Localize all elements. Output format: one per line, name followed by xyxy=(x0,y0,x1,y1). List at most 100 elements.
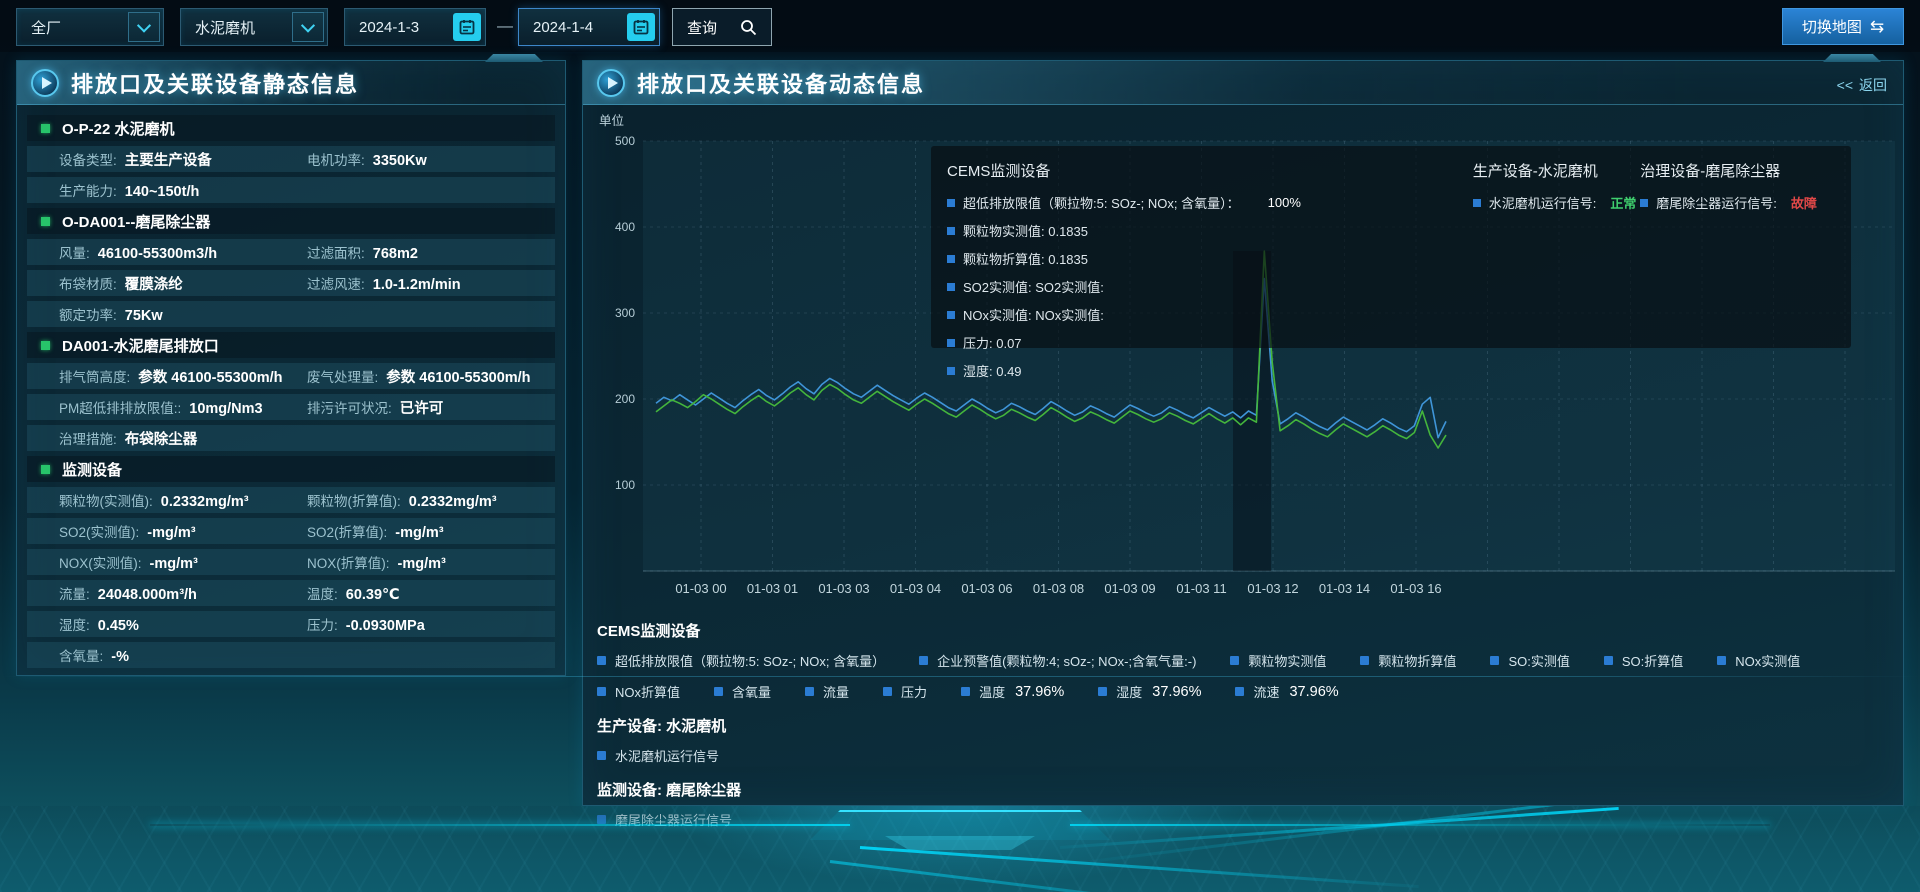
field-value: -mg/m³ xyxy=(395,525,443,541)
query-label: 查询 xyxy=(687,17,717,38)
field-value: -mg/m³ xyxy=(150,556,198,572)
legend-item[interactable]: 水泥磨机运行信号 xyxy=(597,746,719,765)
legend-marker-icon xyxy=(1490,656,1499,665)
section-title: 监测设备 xyxy=(27,456,555,482)
tooltip-item-text: SO2实测值: SO2实测值: xyxy=(963,277,1104,296)
calendar-icon[interactable] xyxy=(453,13,481,41)
legend-marker-icon xyxy=(597,656,606,665)
static-info-sections: O-P-22 水泥磨机设备类型:主要生产设备电机功率:3350Kw生产能力:14… xyxy=(17,105,565,668)
back-label: 返回 xyxy=(1859,75,1887,95)
legend-item[interactable]: NOx折算值 xyxy=(597,682,680,701)
legend-item[interactable]: 企业预警值(颗粒物:4; sOz-; NOx-;含氧气量:-) xyxy=(919,651,1196,670)
legend-item[interactable]: 超低排放限值（颗拉物:5: SOz-; NOx; 含氧量） xyxy=(597,651,885,670)
legend-item[interactable]: NOx实测值 xyxy=(1717,651,1800,670)
field-value: 主要生产设备 xyxy=(125,149,212,170)
legend-marker-icon xyxy=(597,687,606,696)
device-select[interactable]: 水泥磨机 xyxy=(180,8,328,46)
legend-item-label: 含氧量 xyxy=(732,682,771,701)
switch-map-button[interactable]: 切换地图 ⇆ xyxy=(1782,8,1904,45)
tooltip-item-text: 湿度: 0.49 xyxy=(963,361,1022,380)
legend-item[interactable]: 压力 xyxy=(883,682,927,701)
legend-item-label: 颗粒物折算值 xyxy=(1378,651,1456,670)
x-tick-label: 01-03 01 xyxy=(747,581,798,596)
legend-item[interactable]: 颗粒物实测值 xyxy=(1230,651,1326,670)
legend-item-label: 压力 xyxy=(901,682,927,701)
page-title-dynamic: 排放口及关联设备动态信息 xyxy=(637,67,925,99)
status-badge: 正常 xyxy=(1610,193,1636,212)
field-cell: 额定功率:75Kw xyxy=(59,304,555,324)
field-cell: 流量:24048.000m³/h xyxy=(59,583,307,603)
field-row: SO2(实测值):-mg/m³SO2(折算值):-mg/m³ xyxy=(27,518,555,544)
switch-arrows-icon: ⇆ xyxy=(1870,17,1884,37)
field-value: 0.2332mg/m³ xyxy=(409,494,497,510)
legend-item[interactable]: 湿度37.96% xyxy=(1098,682,1201,701)
calendar-icon[interactable] xyxy=(627,13,655,41)
field-cell: 过滤风速:1.0-1.2m/min xyxy=(307,273,555,293)
legend-item-label: SO:实测值 xyxy=(1508,651,1569,670)
section-title: DA001-水泥磨尾排放口 xyxy=(27,332,555,358)
field-label: 生产能力: xyxy=(59,180,117,200)
legend-marker-icon xyxy=(597,751,606,760)
field-cell: 温度:60.39℃ xyxy=(307,583,555,603)
section-title-label: O-P-22 水泥磨机 xyxy=(62,118,175,139)
section-title-label: DA001-水泥磨尾排放口 xyxy=(62,335,219,356)
legend-marker-icon xyxy=(1717,656,1726,665)
field-row: NOX(实测值):-mg/m³NOX(折算值):-mg/m³ xyxy=(27,549,555,575)
tooltip-item: 颗粒物实测值: 0.1835 xyxy=(947,221,1473,240)
field-cell: 电机功率:3350Kw xyxy=(307,149,555,169)
tooltip-item: 超低排放限值（颗拉物:5: SOz-; NOx; 含氧量）：100% xyxy=(947,193,1473,212)
field-label: 温度: xyxy=(307,583,338,603)
field-value: 768m2 xyxy=(373,246,418,262)
field-cell: 风量:46100-55300m3/h xyxy=(59,242,307,262)
legend-marker-icon xyxy=(919,656,928,665)
chart-tooltip: CEMS监测设备超低排放限值（颗拉物:5: SOz-; NOx; 含氧量）：10… xyxy=(931,146,1851,348)
legend-marker-icon xyxy=(947,339,955,347)
legend-item[interactable]: SO:折算值 xyxy=(1604,651,1683,670)
legend-marker-icon xyxy=(1098,687,1107,696)
section-title: O-P-22 水泥磨机 xyxy=(27,115,555,141)
plant-select[interactable]: 全厂 xyxy=(16,8,164,46)
legend-item[interactable]: 流速37.96% xyxy=(1235,682,1338,701)
legend-marker-icon xyxy=(1604,656,1613,665)
field-cell: 过滤面积:768m2 xyxy=(307,242,555,262)
field-cell: 湿度:0.45% xyxy=(59,614,307,634)
field-label: 设备类型: xyxy=(59,149,117,169)
y-tick-label: 300 xyxy=(615,306,635,320)
field-row: 颗粒物(实测值):0.2332mg/m³颗粒物(折算值):0.2332mg/m³ xyxy=(27,487,555,513)
legend-item-label: 温度 xyxy=(979,682,1005,701)
field-label: 湿度: xyxy=(59,614,90,634)
legend-item[interactable]: SO:实测值 xyxy=(1490,651,1569,670)
query-button[interactable]: 查询 xyxy=(672,8,772,46)
field-label: 排气筒高度: xyxy=(59,366,130,386)
static-info-panel: 排放口及关联设备静态信息 O-P-22 水泥磨机设备类型: 主要生产设备 电机功率:… xyxy=(16,60,566,676)
legend-item-label: NOx实测值 xyxy=(1735,651,1800,670)
legend-item[interactable]: 颗粒物折算值 xyxy=(1360,651,1456,670)
legend-marker-icon xyxy=(961,687,970,696)
chevron-down-icon[interactable] xyxy=(292,12,324,42)
legend-section-heading: 监测设备: 磨尾除尘器 xyxy=(597,779,1887,800)
legend-section-heading: CEMS监测设备 xyxy=(597,620,1887,641)
y-axis-unit-label: 单位 xyxy=(599,113,624,128)
field-cell: 废气处理量:参数 46100-55300m/h xyxy=(307,366,555,387)
field-row: 额定功率:75Kw xyxy=(27,301,555,327)
section-bullet-icon xyxy=(41,217,50,226)
chevron-down-icon[interactable] xyxy=(128,12,160,42)
field-value: -% xyxy=(111,649,129,665)
start-date-input[interactable]: 2024-1-3 xyxy=(344,8,486,46)
legend-item[interactable]: 含氧量 xyxy=(714,682,771,701)
legend-item[interactable]: 流量 xyxy=(805,682,849,701)
x-tick-label: 01-03 16 xyxy=(1390,581,1441,596)
field-label: 压力: xyxy=(307,614,338,634)
back-button[interactable]: << 返回 xyxy=(1837,75,1887,95)
y-tick-label: 100 xyxy=(615,478,635,492)
field-label: NOX(实测值): xyxy=(59,552,142,572)
end-date-input[interactable]: 2024-1-4 xyxy=(518,8,660,46)
legend-marker-icon xyxy=(1235,687,1244,696)
legend-marker-icon xyxy=(1230,656,1239,665)
field-value: 参数 46100-55300m/h xyxy=(138,366,282,387)
field-value: 0.2332mg/m³ xyxy=(161,494,249,510)
page-title-static: 排放口及关联设备静态信息 xyxy=(71,67,359,99)
legend-item[interactable]: 温度37.96% xyxy=(961,682,1064,701)
x-tick-label: 01-03 12 xyxy=(1247,581,1298,596)
legend-item-label: 超低排放限值（颗拉物:5: SOz-; NOx; 含氧量） xyxy=(615,651,885,670)
